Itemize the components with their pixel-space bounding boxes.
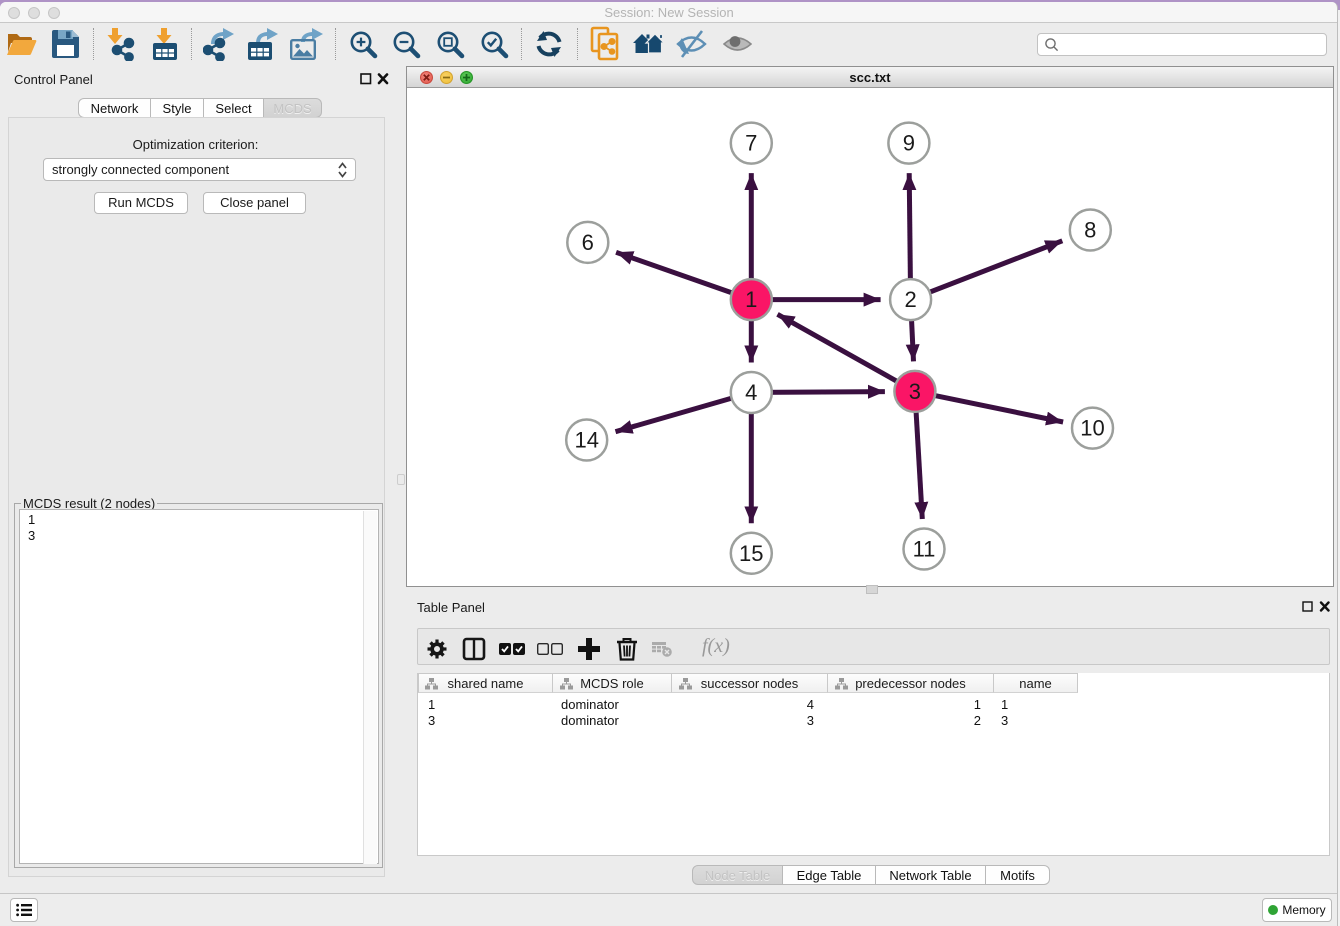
svg-text:9: 9 [903,131,915,156]
svg-text:6: 6 [582,230,594,255]
svg-text:7: 7 [745,131,757,156]
svg-text:10: 10 [1080,416,1104,441]
svg-text:11: 11 [913,537,936,562]
svg-text:4: 4 [745,380,757,405]
svg-text:8: 8 [1084,218,1096,243]
svg-text:15: 15 [739,541,763,566]
svg-text:1: 1 [745,287,757,312]
svg-text:2: 2 [904,287,916,312]
svg-text:3: 3 [909,379,921,404]
svg-text:14: 14 [574,428,598,453]
